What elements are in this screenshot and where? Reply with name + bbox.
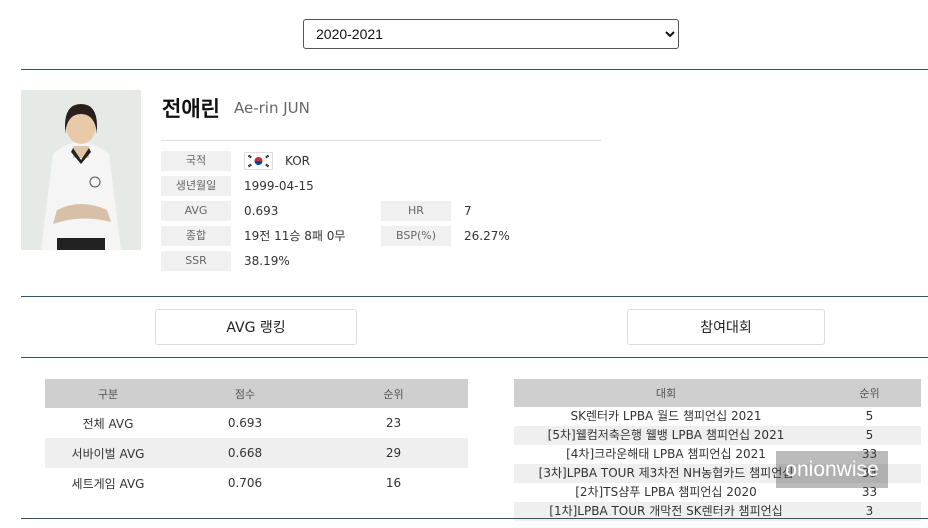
cell-score: 0.668: [171, 438, 319, 468]
divider-middle: [21, 296, 928, 297]
name-divider: [161, 140, 601, 141]
header-tournament: 대회: [514, 379, 818, 407]
label-record: 종합: [161, 226, 231, 246]
table-row: 서바이벌 AVG 0.668 29: [45, 438, 468, 468]
avg-ranking-table: 구분 점수 순위 전체 AVG 0.693 23 서바이벌 AVG 0.668 …: [45, 379, 468, 498]
cell-tournament: [3차]LPBA TOUR 제3차전 NH농협카드 챔피언십: [514, 464, 818, 483]
player-photo: [21, 90, 141, 250]
table-row: 전체 AVG 0.693 23: [45, 408, 468, 438]
value-ssr: 38.19%: [244, 254, 290, 268]
watermark: onionwise: [776, 451, 888, 488]
cell-tournament: [2차]TS샴푸 LPBA 챔피언십 2020: [575, 485, 757, 499]
value-nationality: KOR: [285, 154, 310, 168]
cell-rank: 23: [385, 416, 402, 430]
cell-rank: 5: [865, 409, 874, 423]
value-birth: 1999-04-15: [244, 179, 314, 193]
cell-rank: 29: [319, 438, 468, 468]
player-name-ko: 전애린: [162, 97, 220, 121]
avg-ranking-button[interactable]: AVG 랭킹: [155, 309, 357, 345]
table-header-row: 대회 순위: [514, 379, 921, 407]
cell-category: 세트게임 AVG: [71, 476, 145, 491]
table-row[interactable]: [5차]웰컴저축은행 웰뱅 LPBA 챔피언십 2021 5: [514, 426, 921, 445]
korea-flag-icon: [244, 152, 273, 170]
cell-score: 0.693: [227, 416, 263, 430]
header-rank: 순위: [818, 379, 921, 407]
table-row[interactable]: SK렌터카 LPBA 월드 챔피언십 2021 5: [514, 407, 921, 426]
label-birth: 생년월일: [161, 176, 231, 196]
header-category: 구분: [45, 379, 171, 408]
tournament-table: 대회 순위 SK렌터카 LPBA 월드 챔피언십 2021 5 [5차]웰컴저축…: [514, 379, 921, 521]
header-rank: 순위: [319, 379, 468, 408]
table-header-row: 구분 점수 순위: [45, 379, 468, 408]
label-bsp: BSP(%): [381, 226, 451, 246]
cell-score: 0.706: [227, 476, 263, 490]
value-hr: 7: [464, 204, 472, 218]
header-score: 점수: [171, 379, 319, 408]
cell-rank: 5: [818, 426, 921, 445]
table-row: 세트게임 AVG 0.706 16: [45, 468, 468, 498]
value-record: 19전 11승 8패 0무: [244, 229, 346, 243]
divider-top: [21, 69, 928, 70]
cell-category: 서바이벌 AVG: [45, 438, 171, 468]
cell-tournament: SK렌터카 LPBA 월드 챔피언십 2021: [570, 409, 762, 423]
cell-tournament: [4차]크라운해태 LPBA 챔피언십 2021: [566, 447, 766, 461]
tournaments-button[interactable]: 참여대회: [627, 309, 825, 345]
divider-bottom: [21, 518, 928, 519]
cell-tournament: [5차]웰컴저축은행 웰뱅 LPBA 챔피언십 2021: [514, 426, 818, 445]
player-name-en: Ae-rin JUN: [234, 99, 310, 117]
label-avg: AVG: [161, 201, 231, 221]
cell-rank: 16: [385, 476, 402, 490]
cell-category: 전체 AVG: [82, 416, 134, 431]
season-select[interactable]: 2020-2021: [303, 19, 679, 49]
value-bsp: 26.27%: [464, 229, 510, 243]
label-nationality: 국적: [161, 151, 231, 171]
label-ssr: SSR: [161, 251, 231, 271]
divider-tables: [21, 357, 928, 358]
value-avg: 0.693: [244, 204, 279, 218]
label-hr: HR: [381, 201, 451, 221]
